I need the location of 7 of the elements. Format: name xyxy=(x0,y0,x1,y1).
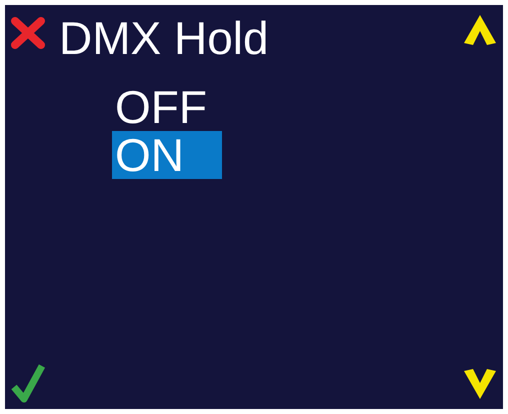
down-arrow-icon[interactable] xyxy=(463,367,497,401)
option-item[interactable]: ON xyxy=(112,131,222,179)
check-icon[interactable] xyxy=(11,363,45,403)
screen-title: DMX Hold xyxy=(59,15,269,61)
up-arrow-icon[interactable] xyxy=(463,13,497,47)
option-item[interactable]: OFF xyxy=(112,83,222,131)
close-icon[interactable] xyxy=(11,17,45,49)
